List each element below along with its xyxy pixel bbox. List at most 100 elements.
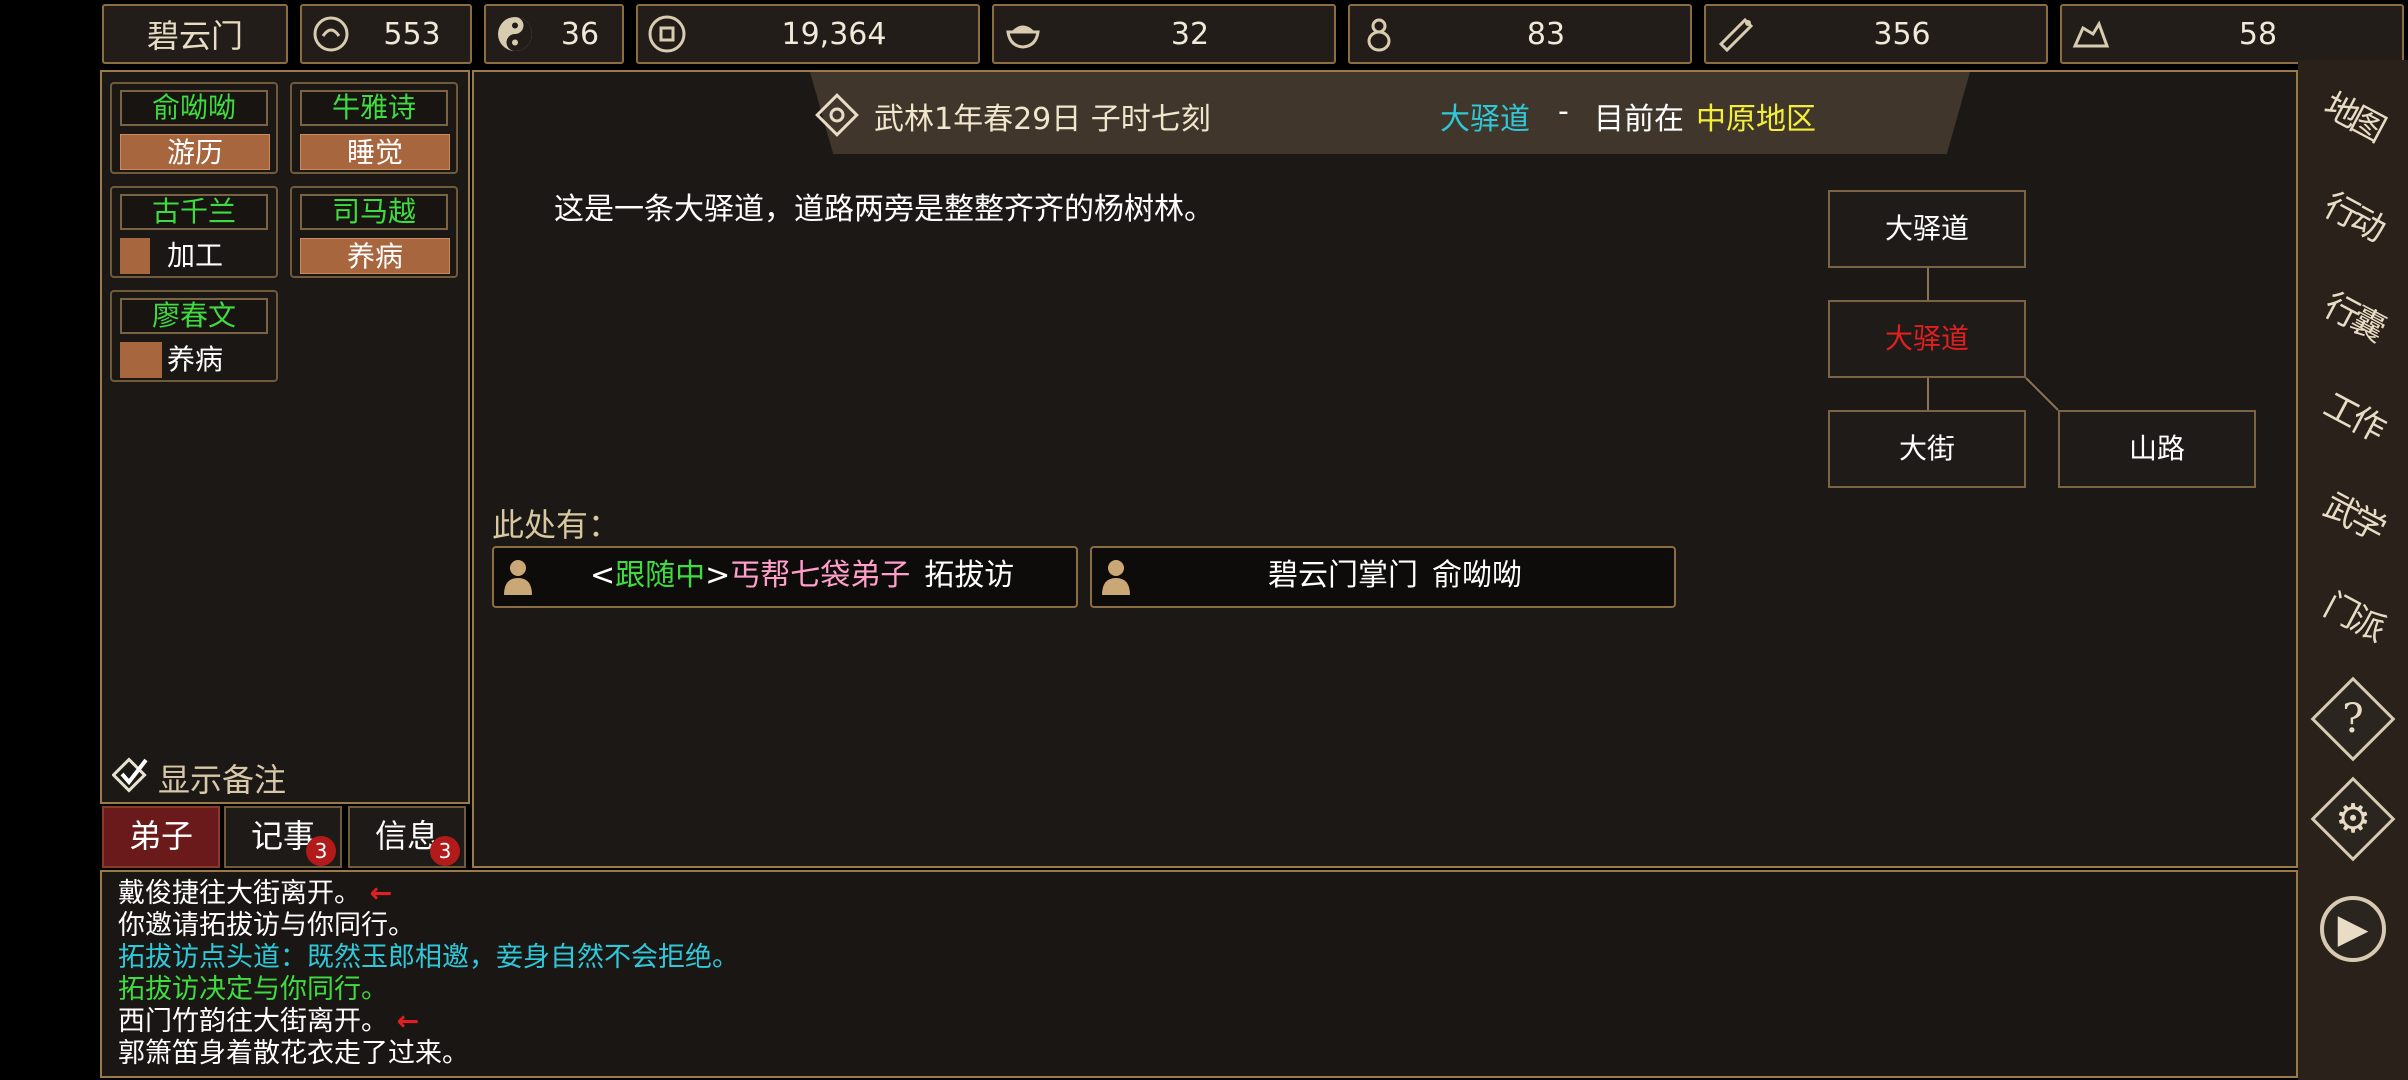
log-line: 郭箫笛身着散花衣走了过来。 <box>118 1038 2296 1070</box>
ore-value: 58 <box>2238 16 2278 52</box>
disciple-status: 游历 <box>120 134 270 170</box>
fame-box[interactable]: 553 <box>300 4 472 64</box>
help-icon: ? <box>2342 696 2364 742</box>
sect-name-box[interactable]: 碧云门 <box>102 4 288 64</box>
bracket-open: < <box>590 558 616 593</box>
disciple-status-label: 养病 <box>166 343 223 376</box>
martial-arts-button[interactable]: 武学 <box>2310 474 2396 560</box>
sect-name: 碧云门 <box>146 17 243 55</box>
disciple-card[interactable]: 古千兰 加工 <box>110 186 278 278</box>
herb-box[interactable]: 83 <box>1348 4 1692 64</box>
follow-tag: 跟随中 <box>615 558 706 593</box>
log-icon <box>1712 11 1758 57</box>
checkbox-icon <box>111 754 152 802</box>
status-progress-fill <box>120 238 150 274</box>
log-line: 戴俊捷往大街离开。 ← <box>118 878 2296 910</box>
npc-name: 俞呦呦 <box>1432 558 1522 593</box>
map-node-south[interactable]: 大街 <box>1828 410 2026 488</box>
action-button[interactable]: 行动 <box>2310 174 2396 260</box>
disciple-status: 养病 <box>120 342 270 378</box>
region-name: 中原地区 <box>1696 102 1816 137</box>
help-button[interactable]: ? <box>2310 676 2396 762</box>
inventory-button[interactable]: 行囊 <box>2310 274 2396 360</box>
disciple-status: 睡觉 <box>300 134 450 170</box>
settings-button[interactable]: ⚙ <box>2310 776 2396 862</box>
npc-button[interactable]: 碧云门掌门 俞呦呦 <box>1090 546 1676 608</box>
place-name: 大驿道 <box>1440 102 1530 137</box>
disciple-card[interactable]: 俞呦呦 游历 <box>110 82 278 174</box>
game-screen: 碧云门 553 36 19,364 32 83 356 58 俞呦呦 游历 牛雅… <box>0 0 2408 1080</box>
disciple-status: 加工 <box>120 238 270 274</box>
herb-value: 83 <box>1526 16 1566 52</box>
log-line: 西门竹韵往大街离开。 ← <box>118 1006 2296 1038</box>
npc-name: 拓拔访 <box>924 558 1015 593</box>
coin-icon <box>644 11 690 57</box>
tab-info[interactable]: 信息 3 <box>348 806 466 868</box>
menu-label: 门派 <box>2317 585 2389 649</box>
npc-title: 丐帮七袋弟子 <box>730 558 911 593</box>
message-log[interactable]: 戴俊捷往大街离开。 ← 你邀请拓拔访与你同行。 拓拔访点头道：既然玉郎相邀，妾身… <box>100 870 2298 1078</box>
npc-button[interactable]: <跟随中>丐帮七袋弟子 拓拔访 <box>492 546 1078 608</box>
yinyang-icon <box>492 11 538 57</box>
money-box[interactable]: 19,364 <box>636 4 980 64</box>
map-button[interactable]: 地图 <box>2310 74 2396 160</box>
disciple-name: 牛雅诗 <box>300 90 448 126</box>
scene-description: 这是一条大驿道，道路两旁是整整齐齐的杨树林。 <box>554 192 1214 227</box>
npc-label: <跟随中>丐帮七袋弟子 拓拔访 <box>590 548 1014 604</box>
menu-label: 工作 <box>2317 385 2389 449</box>
menu-label: 行囊 <box>2317 285 2389 349</box>
map-node-southeast[interactable]: 山路 <box>2058 410 2256 488</box>
wood-box[interactable]: 356 <box>1704 4 2048 64</box>
food-box[interactable]: 32 <box>992 4 1336 64</box>
map-node-north[interactable]: 大驿道 <box>1828 190 2026 268</box>
log-text: 郭箫笛身着散花衣走了过来。 <box>118 1038 469 1069</box>
disciple-status: 养病 <box>300 238 450 274</box>
fame-icon <box>308 11 354 57</box>
map-node-current[interactable]: 大驿道 <box>1828 300 2026 378</box>
money-value: 19,364 <box>781 16 887 52</box>
menu-label: 行动 <box>2317 185 2389 249</box>
disciple-card[interactable]: 司马越 养病 <box>290 186 458 278</box>
log-text: 西门竹韵往大街离开。 <box>118 1006 388 1037</box>
fame-value: 553 <box>383 16 441 52</box>
show-notes-label: 显示备注 <box>158 761 287 799</box>
food-value: 32 <box>1170 16 1210 52</box>
tab-disciples[interactable]: 弟子 <box>102 806 220 868</box>
disciple-card[interactable]: 牛雅诗 睡觉 <box>290 82 458 174</box>
wood-value: 356 <box>1873 16 1931 52</box>
log-text: 戴俊捷往大街离开。 <box>118 878 361 909</box>
tab-label: 弟子 <box>128 817 193 855</box>
show-notes-toggle[interactable]: 显示备注 <box>111 754 287 802</box>
side-menu: 地图 行动 行囊 工作 武学 门派 ? ⚙ ▶ <box>2298 60 2408 1080</box>
gourd-icon <box>1356 11 1402 57</box>
ore-icon <box>2068 11 2114 57</box>
gear-icon: ⚙ <box>2335 796 2371 842</box>
disciple-name: 俞呦呦 <box>120 90 268 126</box>
separator: - <box>1558 94 1569 129</box>
game-time: 武林1年春29日 子时七刻 <box>874 102 1211 137</box>
person-icon <box>1100 558 1132 595</box>
play-button[interactable]: ▶ <box>2310 886 2396 972</box>
disciple-name: 古千兰 <box>120 194 268 230</box>
log-line: 你邀请拓拔访与你同行。 <box>118 910 2296 942</box>
tab-journal[interactable]: 记事 3 <box>224 806 342 868</box>
compass-icon <box>814 92 860 142</box>
ore-box[interactable]: 58 <box>2060 4 2404 64</box>
npc-title: 碧云门掌门 <box>1268 558 1418 593</box>
yinyang-box[interactable]: 36 <box>484 4 624 64</box>
disciple-name: 司马越 <box>300 194 448 230</box>
rice-bowl-icon <box>1000 11 1046 57</box>
play-icon: ▶ <box>2337 906 2369 952</box>
status-progress-fill <box>120 342 162 378</box>
log-text: 拓拔访点头道：既然玉郎相邀，妾身自然不会拒绝。 <box>118 942 739 973</box>
disciple-name: 廖春文 <box>120 298 268 334</box>
exit-arrow-icon: ← <box>369 878 393 909</box>
sect-button[interactable]: 门派 <box>2310 574 2396 660</box>
menu-label: 武学 <box>2317 485 2389 549</box>
log-line: 拓拔访决定与你同行。 <box>118 974 2296 1006</box>
exit-arrow-icon: ← <box>396 1006 420 1037</box>
menu-label: 地图 <box>2317 85 2389 149</box>
notification-badge: 3 <box>430 836 460 866</box>
disciple-card[interactable]: 廖春文 养病 <box>110 290 278 382</box>
work-button[interactable]: 工作 <box>2310 374 2396 460</box>
